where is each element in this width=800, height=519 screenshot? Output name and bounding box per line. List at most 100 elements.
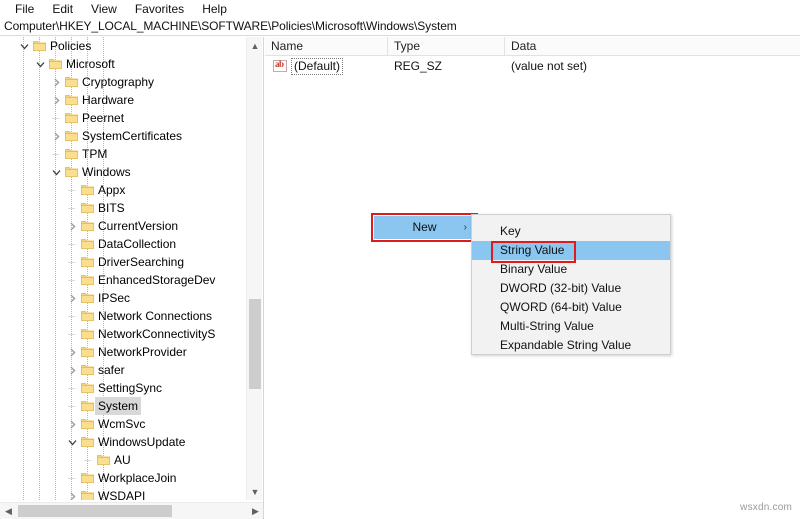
tree-item-au[interactable]: AU [0, 451, 246, 469]
submenu-item-binary-value[interactable]: Binary Value [472, 260, 670, 279]
chevron-right-icon[interactable] [48, 127, 64, 145]
tree-item-currentversion[interactable]: CurrentVersion [0, 217, 246, 235]
watermark: wsxdn.com [740, 502, 792, 513]
context-menu-item-new[interactable]: New › [374, 216, 475, 239]
tree-leaf-connector [64, 199, 80, 217]
tree-item-system[interactable]: System [0, 397, 246, 415]
submenu-item-qword-64-bit-value[interactable]: QWORD (64-bit) Value [472, 298, 670, 317]
tree-item-policies[interactable]: Policies [0, 37, 246, 55]
tree-item-peernet[interactable]: Peernet [0, 109, 246, 127]
submenu-item-string-value[interactable]: String Value [472, 241, 670, 260]
tree-item-label: WcmSvc [98, 417, 146, 431]
menu-item-edit[interactable]: Edit [43, 0, 82, 18]
menu-item-favorites[interactable]: Favorites [126, 0, 193, 18]
tree-leaf-connector [64, 307, 80, 325]
column-header-type[interactable]: Type [388, 37, 505, 55]
scroll-left-icon[interactable]: ◀ [0, 503, 17, 519]
tree-item-label: BITS [98, 201, 125, 215]
chevron-right-icon[interactable] [64, 415, 80, 433]
tree-item-label: WindowsUpdate [98, 435, 186, 449]
tree-item-enhancedstoragedev[interactable]: EnhancedStorageDev [0, 271, 246, 289]
folder-icon [80, 325, 95, 343]
menu-item-help[interactable]: Help [193, 0, 236, 18]
chevron-down-icon[interactable] [16, 37, 32, 55]
chevron-right-icon[interactable] [64, 217, 80, 235]
tree-vertical-scrollbar[interactable]: ▲ ▼ [246, 37, 262, 500]
column-header-data[interactable]: Data [505, 37, 800, 55]
submenu-item-key[interactable]: Key [472, 222, 670, 241]
tree-item-ipsec[interactable]: IPSec [0, 289, 246, 307]
folder-icon [80, 289, 95, 307]
tree-item-windowsupdate[interactable]: WindowsUpdate [0, 433, 246, 451]
tree-item-networkprovider[interactable]: NetworkProvider [0, 343, 246, 361]
scroll-right-icon[interactable]: ▶ [247, 503, 263, 519]
folder-icon [80, 469, 95, 487]
chevron-right-icon: › [463, 222, 467, 233]
folder-icon [48, 55, 63, 73]
folder-icon [64, 109, 79, 127]
scroll-up-icon[interactable]: ▲ [247, 37, 263, 54]
folder-icon [80, 433, 95, 451]
folder-icon [80, 415, 95, 433]
tree-item-wsdapi[interactable]: WSDAPI [0, 487, 246, 500]
tree-item-bits[interactable]: BITS [0, 199, 246, 217]
tree-item-label: CurrentVersion [98, 219, 179, 233]
chevron-down-icon[interactable] [64, 433, 80, 451]
tree-item-settingsync[interactable]: SettingSync [0, 379, 246, 397]
table-row[interactable]: ab (Default) REG_SZ (value not set) [265, 56, 800, 76]
scroll-down-icon[interactable]: ▼ [247, 483, 263, 500]
submenu-item-expandable-string-value[interactable]: Expandable String Value [472, 336, 670, 355]
tree-leaf-connector [64, 379, 80, 397]
tree-leaf-connector [64, 181, 80, 199]
chevron-right-icon[interactable] [64, 289, 80, 307]
folder-icon [80, 487, 95, 500]
tree-item-microsoft[interactable]: Microsoft [0, 55, 246, 73]
folder-icon [64, 127, 79, 145]
tree-item-systemcertificates[interactable]: SystemCertificates [0, 127, 246, 145]
value-name-text: (Default) [291, 58, 344, 75]
tree-item-appx[interactable]: Appx [0, 181, 246, 199]
tree-item-label: NetworkProvider [98, 345, 187, 359]
tree-item-network-connections[interactable]: Network Connections [0, 307, 246, 325]
tree-item-label: SettingSync [98, 381, 163, 395]
address-bar[interactable]: Computer\HKEY_LOCAL_MACHINE\SOFTWARE\Pol… [0, 18, 800, 36]
tree-item-label: Hardware [82, 93, 135, 107]
tree-item-hardware[interactable]: Hardware [0, 91, 246, 109]
tree-item-windows[interactable]: Windows [0, 163, 246, 181]
folder-icon [80, 271, 95, 289]
tree-item-safer[interactable]: safer [0, 361, 246, 379]
chevron-right-icon[interactable] [64, 487, 80, 500]
folder-icon [64, 73, 79, 91]
folder-icon [80, 199, 95, 217]
column-header-name[interactable]: Name [265, 37, 388, 55]
tree-item-cryptography[interactable]: Cryptography [0, 73, 246, 91]
menu-item-view[interactable]: View [82, 0, 126, 18]
chevron-right-icon[interactable] [64, 343, 80, 361]
submenu-item-multi-string-value[interactable]: Multi-String Value [472, 317, 670, 336]
chevron-down-icon[interactable] [32, 55, 48, 73]
context-menu-new-label: New [412, 220, 437, 234]
tree-item-label: EnhancedStorageDev [98, 273, 216, 287]
chevron-right-icon[interactable] [48, 91, 64, 109]
tree-item-label: DataCollection [98, 237, 177, 251]
tree-item-label: WSDAPI [98, 489, 146, 500]
chevron-right-icon[interactable] [64, 361, 80, 379]
tree-item-datacollection[interactable]: DataCollection [0, 235, 246, 253]
tree-item-networkconnectivitys[interactable]: NetworkConnectivityS [0, 325, 246, 343]
tree-item-workplacejoin[interactable]: WorkplaceJoin [0, 469, 246, 487]
vertical-scroll-thumb[interactable] [249, 299, 261, 389]
tree-item-wcmsvc[interactable]: WcmSvc [0, 415, 246, 433]
tree-item-tpm[interactable]: TPM [0, 145, 246, 163]
value-data-cell: (value not set) [511, 59, 588, 73]
chevron-right-icon[interactable] [48, 73, 64, 91]
chevron-down-icon[interactable] [48, 163, 64, 181]
menu-item-file[interactable]: File [6, 0, 43, 18]
tree-horizontal-scrollbar[interactable]: ◀ ▶ [0, 502, 263, 519]
horizontal-scroll-thumb[interactable] [18, 505, 172, 517]
tree-item-driversearching[interactable]: DriverSearching [0, 253, 246, 271]
registry-tree[interactable]: Policies Microsoft Cryptography Hardware Pee… [0, 37, 246, 500]
tree-item-label: Network Connections [98, 309, 213, 323]
menu-bar: File Edit View Favorites Help [0, 0, 800, 18]
submenu-item-dword-32-bit-value[interactable]: DWORD (32-bit) Value [472, 279, 670, 298]
tree-item-label: AU [114, 453, 131, 467]
